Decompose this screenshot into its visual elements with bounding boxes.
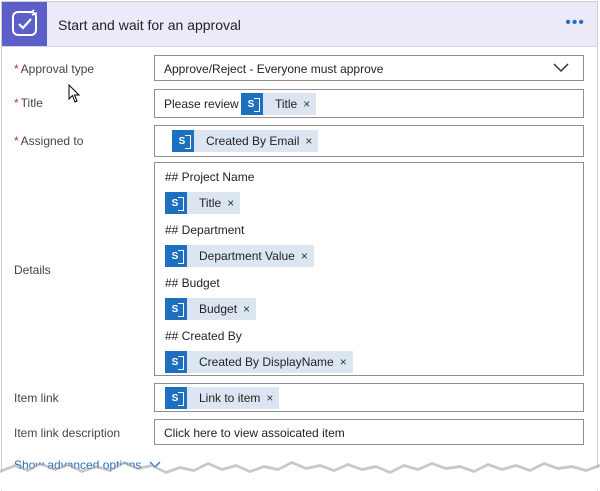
torn-edge-decoration	[0, 461, 600, 490]
assigned-to-field[interactable]: S Created By Email ×	[154, 125, 584, 157]
details-heading: ## Project Name	[165, 170, 255, 184]
details-heading: ## Budget	[165, 276, 220, 290]
details-token[interactable]: S Created By DisplayName ×	[165, 351, 353, 373]
item-link-description-value: Click here to view assoicated item	[164, 426, 345, 440]
token-label: Title	[275, 97, 298, 111]
assigned-to-token[interactable]: S Created By Email ×	[172, 130, 319, 152]
title-field[interactable]: Please review S Title ×	[154, 89, 584, 118]
remove-token-icon[interactable]: ×	[303, 97, 316, 111]
item-link-field[interactable]: S Link to item ×	[154, 383, 584, 412]
title-prefix-text: Please review	[164, 97, 239, 111]
required-mark: *	[14, 134, 19, 148]
details-token[interactable]: S Title ×	[165, 192, 241, 214]
sharepoint-icon: S	[165, 351, 187, 373]
approval-type-label: * Approval type	[14, 62, 95, 76]
remove-token-icon[interactable]: ×	[340, 355, 353, 369]
item-link-label: Item link	[14, 391, 59, 405]
title-token[interactable]: S Title ×	[241, 93, 317, 115]
item-link-token[interactable]: S Link to item ×	[165, 387, 280, 409]
approval-type-dropdown[interactable]: Approve/Reject - Everyone must approve	[154, 55, 584, 81]
required-mark: *	[14, 96, 19, 110]
details-field[interactable]: ## Project Name S Title × ## Department …	[154, 162, 584, 376]
required-mark: *	[14, 62, 19, 76]
token-label: Budget	[199, 302, 238, 316]
approval-check-icon	[12, 9, 38, 36]
item-link-description-label: Item link description	[14, 426, 121, 440]
token-label: Created By DisplayName	[199, 355, 334, 369]
sharepoint-icon: S	[165, 298, 187, 320]
more-options-icon[interactable]: •••	[565, 15, 585, 31]
details-heading: ## Department	[165, 223, 245, 237]
token-label: Title	[199, 196, 222, 210]
token-label: Link to item	[199, 391, 261, 405]
details-token[interactable]: S Budget ×	[165, 298, 257, 320]
remove-token-icon[interactable]: ×	[301, 249, 314, 263]
sharepoint-icon: S	[241, 93, 263, 115]
token-label: Department Value	[199, 249, 295, 263]
item-link-description-field[interactable]: Click here to view assoicated item	[154, 419, 584, 445]
assigned-to-label: * Assigned to	[14, 134, 84, 148]
title-label: * Title	[14, 96, 43, 110]
chevron-down-icon[interactable]	[553, 63, 569, 73]
sharepoint-icon: S	[165, 245, 187, 267]
sharepoint-icon: S	[165, 387, 187, 409]
approval-icon-tile	[2, 2, 47, 46]
approval-type-value: Approve/Reject - Everyone must approve	[164, 62, 384, 76]
remove-token-icon[interactable]: ×	[227, 196, 240, 210]
details-heading: ## Created By	[165, 329, 242, 343]
details-token[interactable]: S Department Value ×	[165, 245, 314, 267]
mouse-cursor-icon	[68, 84, 81, 103]
details-label: Details	[14, 263, 51, 277]
sharepoint-icon: S	[165, 192, 187, 214]
sharepoint-icon: S	[172, 130, 194, 152]
remove-token-icon[interactable]: ×	[266, 391, 279, 405]
token-label: Created By Email	[206, 134, 300, 148]
action-header[interactable]: Start and wait for an approval •••	[2, 2, 597, 47]
remove-token-icon[interactable]: ×	[305, 134, 318, 148]
remove-token-icon[interactable]: ×	[243, 302, 256, 316]
action-title: Start and wait for an approval	[58, 17, 241, 33]
